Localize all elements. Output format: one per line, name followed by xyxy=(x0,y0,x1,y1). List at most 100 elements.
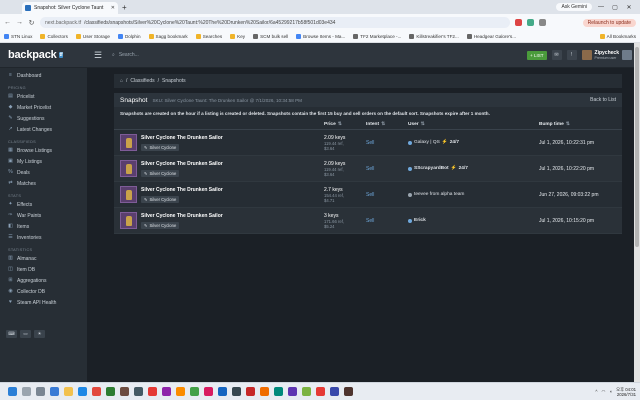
app-icon[interactable] xyxy=(106,387,115,396)
bookmark-item[interactable]: Key xyxy=(230,34,245,39)
table-row[interactable]: Silver Cyclone The Drunken Sailor ✎ Silver… xyxy=(114,208,622,234)
taskview-icon[interactable] xyxy=(36,387,45,396)
chevron-up-icon[interactable]: ^ xyxy=(595,389,597,394)
site-search[interactable]: ⌕ Search... xyxy=(112,52,139,58)
screen-icon[interactable]: ▭ xyxy=(20,330,31,338)
item-thumbnail[interactable] xyxy=(120,186,137,203)
bookmark-item[interactable]: User Storage xyxy=(75,34,110,39)
menu-toggle-icon[interactable]: ☰ xyxy=(88,50,108,61)
maximize-icon[interactable]: ▢ xyxy=(610,4,620,11)
new-tab-icon[interactable]: + xyxy=(122,3,127,12)
app-icon[interactable] xyxy=(120,387,129,396)
app-icon[interactable] xyxy=(78,387,87,396)
user-cell[interactable]: SScrapyardBot ⚡ 24/7 xyxy=(408,166,539,171)
bookmark-item[interactable]: TF2 Marketplace -... xyxy=(353,34,401,39)
table-row[interactable]: Silver Cyclone The Drunken Sailor ✎ Silver… xyxy=(114,182,622,208)
app-icon[interactable] xyxy=(274,387,283,396)
sidebar-item-steam-api-health[interactable]: ♥ Steam API Health xyxy=(0,297,87,308)
column-price[interactable]: Price ⇅ xyxy=(324,122,366,127)
app-icon[interactable] xyxy=(316,387,325,396)
breadcrumb-classifieds[interactable]: Classifieds xyxy=(130,78,154,84)
sidebar-item-war-paints[interactable]: ✑ War Paints xyxy=(0,210,87,221)
item-thumbnail[interactable] xyxy=(120,212,137,229)
bookmark-item[interactable]: STN Linux xyxy=(4,34,32,39)
sidebar-item-collector-db[interactable]: ◉ Collector DB xyxy=(0,286,87,297)
alerts-icon[interactable]: ! xyxy=(566,50,577,60)
item-thumbnail[interactable] xyxy=(120,160,137,177)
table-row[interactable]: Silver Cyclone The Drunken Sailor ✎ Silver… xyxy=(114,130,622,156)
secondary-avatar[interactable] xyxy=(622,50,632,60)
app-icon[interactable] xyxy=(134,387,143,396)
speaker-icon[interactable]: ◖ xyxy=(609,389,612,394)
minimize-icon[interactable]: — xyxy=(596,4,606,10)
user-cell[interactable]: teevee from alpha team xyxy=(408,192,539,197)
bookmark-item[interactable]: Sagg bookmark xyxy=(148,34,188,39)
item-name[interactable]: Silver Cyclone The Drunken Sailor xyxy=(141,187,223,193)
item-name[interactable]: Silver Cyclone The Drunken Sailor xyxy=(141,161,223,167)
chrome-icon[interactable] xyxy=(92,387,101,396)
app-icon[interactable] xyxy=(148,387,157,396)
close-tab-icon[interactable]: ✕ xyxy=(111,5,115,11)
app-icon[interactable] xyxy=(288,387,297,396)
app-icon[interactable] xyxy=(176,387,185,396)
page-scrollbar[interactable] xyxy=(634,43,640,382)
item-thumbnail[interactable] xyxy=(120,134,137,151)
user-menu[interactable]: Zipycheck Premium user xyxy=(581,50,632,60)
sidebar-item-aggregations[interactable]: ⊞ Aggregations xyxy=(0,275,87,286)
close-window-icon[interactable]: ✕ xyxy=(624,4,634,11)
notifications-icon[interactable]: ✉ xyxy=(551,50,562,60)
all-bookmarks-button[interactable]: All Bookmarks xyxy=(599,34,636,39)
add-listing-button[interactable]: + LIST xyxy=(527,50,547,60)
sidebar-item-dashboard[interactable]: ≡ Dashboard xyxy=(0,70,87,81)
app-icon[interactable] xyxy=(204,387,213,396)
search-icon[interactable] xyxy=(22,387,31,396)
app-icon[interactable] xyxy=(232,387,241,396)
sidebar-item-browse-listings[interactable]: ▦ Browse Listings xyxy=(0,145,87,156)
forward-icon[interactable]: → xyxy=(16,19,23,26)
sidebar-item-deals[interactable]: % Deals xyxy=(0,167,87,178)
ask-gemini-button[interactable]: Ask Gemini xyxy=(556,3,592,11)
bookmark-item[interactable]: Searches xyxy=(195,34,222,39)
app-icon[interactable] xyxy=(50,387,59,396)
reload-icon[interactable]: ↻ xyxy=(28,19,35,27)
search-input[interactable]: Search... xyxy=(119,52,139,58)
keyboard-icon[interactable]: ⌨ xyxy=(6,330,17,338)
bookmark-item[interactable]: Headgear Galore's... xyxy=(466,34,516,39)
site-logo[interactable]: backpack tf xyxy=(0,49,88,61)
user-name[interactable]: SScrapyardBot xyxy=(414,166,449,171)
extension-icon[interactable] xyxy=(527,19,534,26)
breadcrumb-snapshots[interactable]: Snapshots xyxy=(162,78,186,84)
home-icon[interactable]: ⌂ xyxy=(120,78,123,84)
bookmark-item[interactable]: SCM bulk sell xyxy=(253,34,288,39)
user-cell[interactable]: Erick xyxy=(408,218,539,223)
bookmark-item[interactable]: Dolphin xyxy=(117,34,141,39)
user-name[interactable]: Galaxy | QS xyxy=(414,140,440,145)
item-name[interactable]: Silver Cyclone The Drunken Sailor xyxy=(141,135,223,141)
sidebar-item-inventories[interactable]: ☰ Inventories xyxy=(0,232,87,243)
app-icon[interactable] xyxy=(190,387,199,396)
table-row[interactable]: Silver Cyclone The Drunken Sailor ✎ Silver… xyxy=(114,156,622,182)
sidebar-item-market-pricelist[interactable]: ◆ Market Pricelist xyxy=(0,102,87,113)
sidebar-item-item-db[interactable]: ◫ Item DB xyxy=(0,264,87,275)
folder-icon[interactable] xyxy=(64,387,73,396)
back-icon[interactable]: ← xyxy=(4,19,11,26)
sidebar-item-my-listings[interactable]: ▣ My Listings xyxy=(0,156,87,167)
bookmark-item[interactable]: Browse Items - Ma... xyxy=(296,34,345,39)
theme-icon[interactable]: ☀ xyxy=(34,330,45,338)
app-icon[interactable] xyxy=(260,387,269,396)
clock[interactable]: 오후 04:01 2026/7/31 xyxy=(616,387,636,397)
bookmark-item[interactable]: Collectors xyxy=(40,34,68,39)
column-user[interactable]: User ⇅ xyxy=(408,122,539,127)
column-intent[interactable]: Intent ⇅ xyxy=(366,122,408,127)
column-bump-time[interactable]: Bump time ⇅ xyxy=(539,122,622,127)
back-to-list-link[interactable]: Back to List xyxy=(590,97,616,103)
user-name[interactable]: teevee from alpha team xyxy=(414,192,464,197)
app-icon[interactable] xyxy=(344,387,353,396)
scrollbar-thumb[interactable] xyxy=(635,47,639,247)
windows-start-icon[interactable] xyxy=(8,387,17,396)
user-name[interactable]: Erick xyxy=(414,218,426,223)
app-icon[interactable] xyxy=(302,387,311,396)
browser-tab[interactable]: Snapshot: Silver Cyclone Taunt ✕ xyxy=(22,2,118,14)
url-input[interactable]: next.backpack.tf /classifieds/snapshots/… xyxy=(40,17,510,28)
sidebar-item-almanac[interactable]: ▥ Almanac xyxy=(0,253,87,264)
